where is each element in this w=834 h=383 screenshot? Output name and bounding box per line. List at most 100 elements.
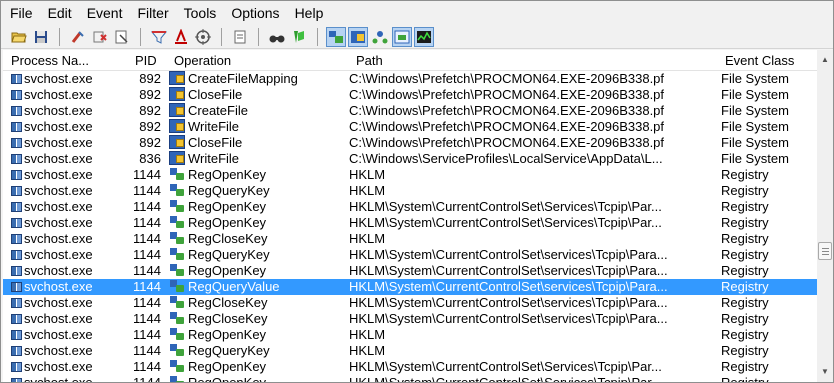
vertical-scrollbar[interactable]: ▲ ▼: [817, 50, 833, 382]
table-row[interactable]: svchost.exe 892 CreateFileMapping C:\Window…: [3, 71, 817, 87]
table-row[interactable]: svchost.exe 892 WriteFile C:\Windows\Prefet…: [3, 119, 817, 135]
open-icon[interactable]: [9, 27, 29, 47]
profiling-activity-icon[interactable]: [414, 26, 434, 47]
path-cell: HKLM: [349, 231, 386, 246]
pid-cell: 892: [139, 103, 161, 118]
menu-tools[interactable]: Tools: [184, 1, 217, 25]
event-class-cell: Registry: [721, 263, 769, 278]
process-name: svchost.exe: [24, 263, 93, 278]
operation-name: RegQueryKey: [188, 247, 270, 262]
table-row[interactable]: svchost.exe 1144 RegOpenKey HKLM\System\Cur…: [3, 375, 817, 382]
highlight-icon[interactable]: [171, 27, 191, 47]
operation-cell: RegOpenKey: [169, 167, 343, 183]
registry-icon: [169, 199, 185, 213]
registry-icon: [169, 215, 185, 229]
process-name: svchost.exe: [24, 135, 93, 150]
operation-cell: RegOpenKey: [169, 359, 343, 375]
process-name-cell: svchost.exe: [11, 295, 129, 311]
autoscroll-icon[interactable]: [112, 27, 132, 47]
menu-options[interactable]: Options: [231, 1, 279, 25]
scroll-down-arrow-icon[interactable]: ▼: [817, 364, 833, 380]
path-cell: HKLM\System\CurrentControlSet\services\T…: [349, 311, 668, 326]
table-row[interactable]: svchost.exe 892 CreateFile C:\Windows\Prefe…: [3, 103, 817, 119]
operation-cell: RegCloseKey: [169, 295, 343, 311]
table-row[interactable]: svchost.exe 892 CloseFile C:\Windows\Prefet…: [3, 87, 817, 103]
registry-activity-icon[interactable]: [326, 26, 346, 47]
process-name: svchost.exe: [24, 311, 93, 326]
target-icon[interactable]: [193, 27, 213, 47]
capture-icon[interactable]: [90, 27, 110, 47]
table-row[interactable]: svchost.exe 1144 RegOpenKey HKLM Registry: [3, 167, 817, 183]
process-name: svchost.exe: [24, 151, 93, 166]
pid-cell: 1144: [133, 231, 161, 246]
table-row[interactable]: svchost.exe 1144 RegOpenKey HKLM\System\Cur…: [3, 263, 817, 279]
path-cell: HKLM\System\CurrentControlSet\services\T…: [349, 295, 668, 310]
table-row-selected[interactable]: svchost.exe 1144 RegQueryValue HKLM\System\…: [3, 279, 817, 295]
operation-name: RegOpenKey: [188, 215, 267, 230]
table-row[interactable]: svchost.exe 836 WriteFile C:\Windows\Servic…: [3, 151, 817, 167]
event-class-cell: Registry: [721, 199, 769, 214]
event-class-cell: Registry: [721, 231, 769, 246]
menu-help[interactable]: Help: [295, 1, 324, 25]
process-name: svchost.exe: [24, 279, 93, 294]
process-name: svchost.exe: [24, 71, 93, 86]
menu-event[interactable]: Event: [87, 1, 123, 25]
toolbar: [1, 25, 833, 49]
table-row[interactable]: svchost.exe 1144 RegCloseKey HKLM Registry: [3, 231, 817, 247]
clear-icon[interactable]: [68, 27, 88, 47]
jump-icon[interactable]: [289, 27, 309, 47]
operation-cell: RegQueryKey: [169, 183, 343, 199]
process-name-cell: svchost.exe: [11, 247, 129, 263]
path-cell: HKLM: [349, 343, 386, 358]
operation-cell: RegQueryValue: [169, 279, 343, 295]
operation-cell: RegCloseKey: [169, 231, 343, 247]
process-monitor-window: File Edit Event Filter Tools Options Hel…: [0, 0, 834, 383]
table-row[interactable]: svchost.exe 1144 RegQueryKey HKLM Registry: [3, 183, 817, 199]
save-icon[interactable]: [31, 27, 51, 47]
registry-icon: [169, 247, 185, 261]
column-header-operation[interactable]: Operation: [174, 50, 231, 70]
menu-file[interactable]: File: [10, 1, 33, 25]
column-header-process-name[interactable]: Process Na...: [11, 50, 89, 70]
table-row[interactable]: svchost.exe 1144 RegOpenKey HKLM\System\Cur…: [3, 359, 817, 375]
file-system-icon: [169, 119, 185, 133]
scroll-up-arrow-icon[interactable]: ▲: [817, 52, 833, 68]
file-system-icon: [169, 87, 185, 101]
menu-edit[interactable]: Edit: [48, 1, 72, 25]
process-icon: [11, 186, 22, 196]
operation-name: RegCloseKey: [188, 295, 268, 310]
registry-icon: [169, 295, 185, 309]
event-class-cell: Registry: [721, 311, 769, 326]
column-header-path[interactable]: Path: [356, 50, 383, 70]
network-activity-icon[interactable]: [370, 27, 390, 47]
table-row[interactable]: svchost.exe 1144 RegCloseKey HKLM\System\Cu…: [3, 295, 817, 311]
operation-name: RegOpenKey: [188, 199, 267, 214]
pid-cell: 1144: [133, 183, 161, 198]
file-activity-icon[interactable]: [348, 26, 368, 47]
operation-cell: WriteFile: [169, 119, 343, 135]
table-row[interactable]: svchost.exe 1144 RegQueryKey HKLM\System\Cu…: [3, 247, 817, 263]
process-name-cell: svchost.exe: [11, 119, 129, 135]
event-list[interactable]: Process Na... PID Operation Path Event C…: [3, 50, 817, 382]
event-class-cell: Registry: [721, 295, 769, 310]
pid-cell: 1144: [133, 295, 161, 310]
column-header-event-class[interactable]: Event Class: [725, 50, 794, 70]
process-name-cell: svchost.exe: [11, 199, 129, 215]
table-row[interactable]: svchost.exe 892 CloseFile C:\Windows\Prefet…: [3, 135, 817, 151]
scrollbar-thumb[interactable]: [818, 242, 832, 260]
table-row[interactable]: svchost.exe 1144 RegQueryKey HKLM Registry: [3, 343, 817, 359]
menu-filter[interactable]: Filter: [138, 1, 169, 25]
properties-icon[interactable]: [230, 27, 250, 47]
table-row[interactable]: svchost.exe 1144 RegOpenKey HKLM Registry: [3, 327, 817, 343]
process-activity-icon[interactable]: [392, 26, 412, 47]
find-icon[interactable]: [267, 27, 287, 47]
table-row[interactable]: svchost.exe 1144 RegCloseKey HKLM\System\Cu…: [3, 311, 817, 327]
event-class-cell: Registry: [721, 167, 769, 182]
process-name-cell: svchost.exe: [11, 87, 129, 103]
table-row[interactable]: svchost.exe 1144 RegOpenKey HKLM\System\Cur…: [3, 199, 817, 215]
column-header-pid[interactable]: PID: [135, 50, 157, 70]
process-icon: [11, 330, 22, 340]
filter-icon[interactable]: [149, 27, 169, 47]
file-system-icon: [169, 151, 185, 165]
table-row[interactable]: svchost.exe 1144 RegOpenKey HKLM\System\Cur…: [3, 215, 817, 231]
